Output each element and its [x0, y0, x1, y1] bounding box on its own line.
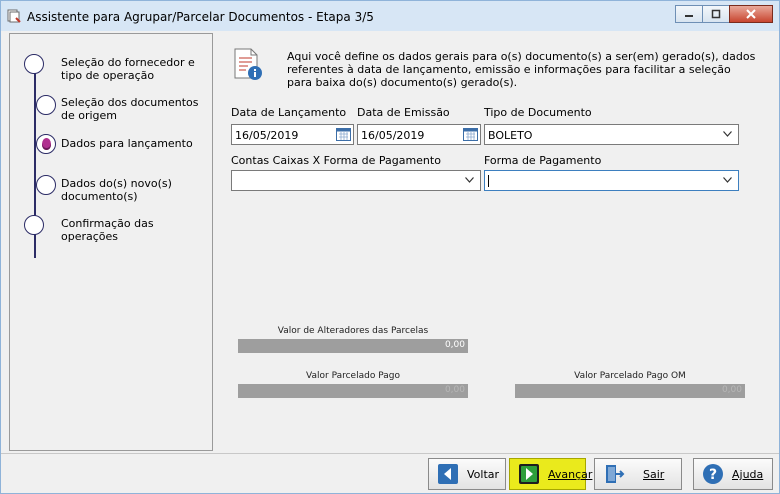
data-emissao-value: 16/05/2019: [361, 129, 425, 142]
minimize-button[interactable]: [675, 5, 703, 23]
parcelado-pago-label: Valor Parcelado Pago: [306, 371, 400, 381]
step-label-5: Confirmação das operações: [61, 217, 154, 243]
calendar-icon[interactable]: [336, 128, 351, 141]
exit-door-icon: [606, 465, 625, 483]
parcelado-pago-om-value-bar: 0,00: [515, 384, 745, 398]
ajuda-label: Ajuda: [732, 468, 764, 481]
tipo-documento-select[interactable]: BOLETO: [484, 124, 739, 145]
info-description: Aqui você define os dados gerais para o(…: [287, 50, 756, 89]
sair-button[interactable]: Sair: [594, 458, 682, 490]
close-icon: [746, 9, 756, 19]
step-marker-4: [36, 175, 56, 195]
maximize-button[interactable]: [702, 5, 730, 23]
arrow-left-icon: [438, 464, 458, 484]
title-bar[interactable]: Assistente para Agrupar/Parcelar Documen…: [1, 1, 779, 31]
parcelado-pago-value: 0,00: [444, 385, 465, 395]
forma-pagamento-label: Forma de Pagamento: [484, 154, 602, 167]
document-info-icon: [234, 48, 262, 80]
app-icon: [7, 9, 21, 23]
help-icon: ?: [703, 464, 723, 484]
parcelado-pago-om-value: 0,00: [721, 385, 742, 395]
avancar-button[interactable]: Avançar: [509, 458, 592, 490]
voltar-label: Voltar: [467, 468, 500, 481]
alteradores-label: Valor de Alteradores das Parcelas: [277, 326, 429, 336]
footer-separator: [1, 453, 779, 454]
minimize-icon: [685, 15, 693, 17]
calendar-icon[interactable]: [463, 128, 478, 141]
alteradores-value-bar: 0,00: [238, 339, 468, 353]
tipo-documento-label: Tipo de Documento: [484, 106, 592, 119]
step-label-2: Seleção dos documentos de origem: [61, 96, 199, 122]
data-emissao-label: Data de Emissão: [357, 106, 450, 119]
step-marker-current: [36, 134, 56, 154]
svg-text:?: ?: [709, 467, 717, 483]
step-marker-1: [24, 54, 44, 74]
forma-pagamento-select[interactable]: [484, 170, 739, 191]
parcelado-pago-om-label: Valor Parcelado Pago OM: [574, 371, 686, 381]
contas-caixas-label: Contas Caixas X Forma de Pagamento: [231, 154, 441, 167]
arrow-right-icon: [519, 464, 539, 484]
step-label-1: Seleção do fornecedor e tipo de operação: [61, 56, 195, 82]
chevron-down-icon[interactable]: [723, 131, 732, 137]
tipo-documento-value: BOLETO: [488, 129, 533, 142]
data-emissao-field[interactable]: 16/05/2019: [357, 124, 481, 145]
data-lancamento-value: 16/05/2019: [235, 129, 299, 142]
step-label-3: Dados para lançamento: [61, 137, 193, 150]
window-title: Assistente para Agrupar/Parcelar Documen…: [27, 10, 374, 24]
parcelado-pago-value-bar: 0,00: [238, 384, 468, 398]
step-marker-2: [36, 95, 56, 115]
chevron-down-icon[interactable]: [723, 177, 732, 183]
ajuda-button[interactable]: ? Ajuda: [693, 458, 773, 490]
step-label-4: Dados do(s) novo(s) documento(s): [61, 177, 172, 203]
text-caret: [488, 175, 489, 187]
contas-caixas-select[interactable]: [231, 170, 481, 191]
wizard-window: Assistente para Agrupar/Parcelar Documen…: [0, 0, 780, 494]
data-lancamento-field[interactable]: 16/05/2019: [231, 124, 354, 145]
close-button[interactable]: [729, 5, 773, 23]
chevron-down-icon[interactable]: [465, 177, 474, 183]
steps-panel: Seleção do fornecedor e tipo de operação…: [9, 33, 213, 451]
window-controls: [675, 5, 773, 23]
step-marker-5: [24, 215, 44, 235]
alteradores-value: 0,00: [444, 340, 465, 350]
sair-label: Sair: [643, 468, 665, 481]
maximize-icon: [711, 9, 721, 19]
data-lancamento-label: Data de Lançamento: [231, 106, 347, 119]
avancar-label: Avançar: [548, 468, 593, 481]
voltar-button[interactable]: Voltar: [428, 458, 506, 490]
